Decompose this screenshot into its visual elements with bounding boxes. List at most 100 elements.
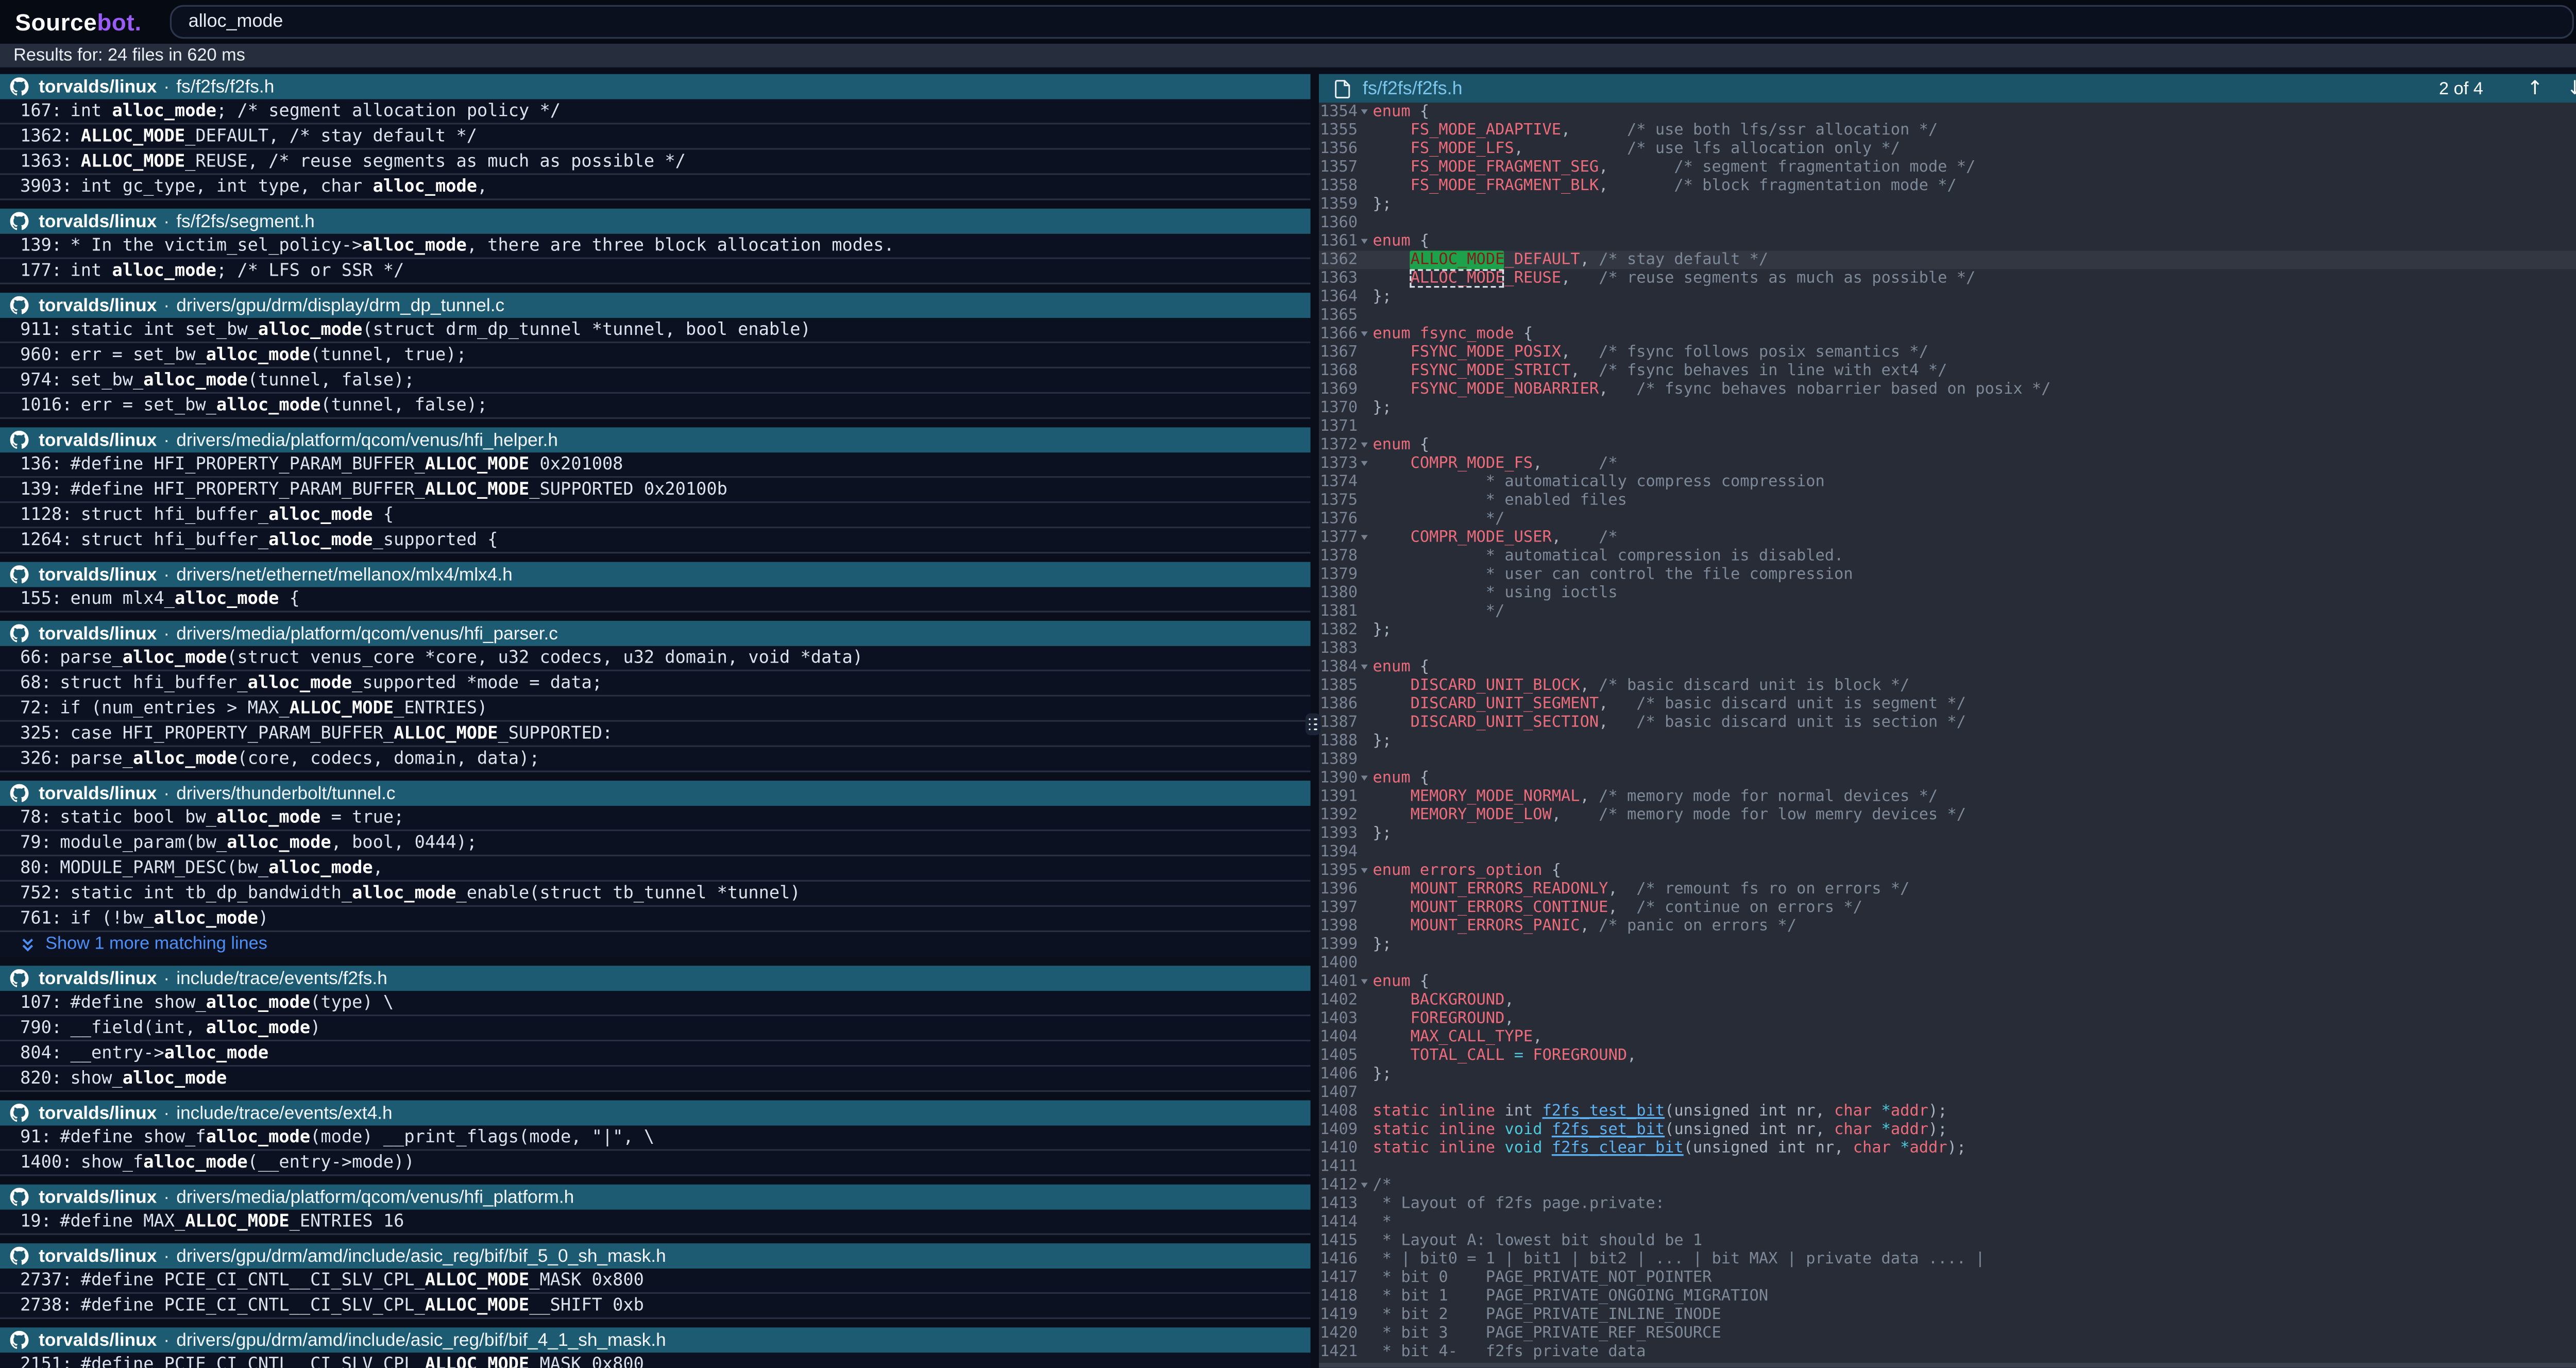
line-number[interactable]: 1366 <box>1319 325 1358 343</box>
line-number[interactable]: 1392 <box>1319 806 1358 824</box>
line-number[interactable]: 1387 <box>1319 713 1358 732</box>
line-number[interactable]: 1361 <box>1319 232 1358 251</box>
line-number[interactable]: 1418 <box>1319 1287 1358 1306</box>
code-line[interactable]: 1416 * | bit0 = 1 | bit1 | bit2 | ... | … <box>1319 1250 2576 1269</box>
code-line[interactable]: 1358 FS_MODE_FRAGMENT_BLK, /* block frag… <box>1319 177 2576 195</box>
line-number[interactable]: 1372 <box>1319 436 1358 454</box>
fold-toggle-icon[interactable] <box>1358 436 1372 454</box>
line-number[interactable]: 1370 <box>1319 399 1358 417</box>
match-line[interactable]: 155:enum mlx4_alloc_mode { <box>0 587 1311 613</box>
line-number[interactable]: 1403 <box>1319 1009 1358 1028</box>
code-line[interactable]: 1389 <box>1319 750 2576 769</box>
code-line[interactable]: 1366enum fsync_mode { <box>1319 325 2576 343</box>
code-line[interactable]: 1383 <box>1319 639 2576 658</box>
match-line[interactable]: 820:show_alloc_mode <box>0 1067 1311 1092</box>
code-line[interactable]: 1355 FS_MODE_ADAPTIVE, /* use both lfs/s… <box>1319 121 2576 140</box>
code-line[interactable]: 1417 * bit 0 PAGE_PRIVATE_NOT_POINTER <box>1319 1269 2576 1287</box>
code-line[interactable]: 1354enum { <box>1319 103 2576 121</box>
line-number[interactable]: 1406 <box>1319 1065 1358 1084</box>
fold-toggle-icon[interactable] <box>1358 972 1372 991</box>
code-line[interactable]: 1372enum { <box>1319 436 2576 454</box>
code-line[interactable]: 1380 * using ioctls <box>1319 584 2576 602</box>
match-line[interactable]: 107:#define show_alloc_mode(type) \ <box>0 991 1311 1016</box>
code-line[interactable]: 1409static inline void f2fs_set_bit(unsi… <box>1319 1121 2576 1139</box>
fold-toggle-icon[interactable] <box>1358 454 1372 473</box>
match-line[interactable]: 2737:#define PCIE_CI_CNTL__CI_SLV_CPL_AL… <box>0 1269 1311 1294</box>
match-line[interactable]: 752:static int tb_dp_bandwidth_alloc_mod… <box>0 882 1311 907</box>
code-line[interactable]: 1390enum { <box>1319 769 2576 787</box>
match-line[interactable]: 66:parse_alloc_mode(struct venus_core *c… <box>0 646 1311 671</box>
code-line[interactable]: 1360 <box>1319 214 2576 232</box>
match-line[interactable]: 136:#define HFI_PROPERTY_PARAM_BUFFER_AL… <box>0 452 1311 478</box>
code-line[interactable]: 1401enum { <box>1319 972 2576 991</box>
group-header[interactable]: torvalds/linux·fs/f2fs/f2fs.h <box>0 74 1311 99</box>
line-number[interactable]: 1402 <box>1319 991 1358 1009</box>
line-number[interactable]: 1396 <box>1319 880 1358 899</box>
group-header[interactable]: torvalds/linux·drivers/net/ethernet/mell… <box>0 562 1311 587</box>
match-line[interactable]: 91:#define show_falloc_mode(mode) __prin… <box>0 1125 1311 1151</box>
code-line[interactable]: 1361enum { <box>1319 232 2576 251</box>
group-header[interactable]: torvalds/linux·drivers/thunderbolt/tunne… <box>0 781 1311 806</box>
match-line[interactable]: 960:err = set_bw_alloc_mode(tunnel, true… <box>0 343 1311 368</box>
line-number[interactable]: 1421 <box>1319 1343 1358 1361</box>
group-header[interactable]: torvalds/linux·include/trace/events/f2fs… <box>0 966 1311 991</box>
code-line[interactable]: 1393}; <box>1319 824 2576 843</box>
fold-toggle-icon[interactable] <box>1358 658 1372 677</box>
match-line[interactable]: 325:case HFI_PROPERTY_PARAM_BUFFER_ALLOC… <box>0 722 1311 747</box>
line-number[interactable]: 1376 <box>1319 510 1358 528</box>
match-line[interactable]: 3903:int gc_type, int type, char alloc_m… <box>0 175 1311 200</box>
code-line[interactable]: 1364}; <box>1319 288 2576 306</box>
line-number[interactable]: 1381 <box>1319 602 1358 621</box>
line-number[interactable]: 1411 <box>1319 1158 1358 1176</box>
line-number[interactable]: 1404 <box>1319 1028 1358 1046</box>
line-number[interactable]: 1354 <box>1319 103 1358 121</box>
line-number[interactable]: 1398 <box>1319 917 1358 936</box>
code-line[interactable]: 1365 <box>1319 306 2576 325</box>
code-line[interactable]: 1408static inline int f2fs_test_bit(unsi… <box>1319 1102 2576 1121</box>
line-number[interactable]: 1384 <box>1319 658 1358 677</box>
code-line[interactable]: 1384enum { <box>1319 658 2576 677</box>
line-number[interactable]: 1371 <box>1319 417 1358 436</box>
code-line[interactable]: 1419 * bit 2 PAGE_PRIVATE_INLINE_INODE <box>1319 1306 2576 1324</box>
code-line[interactable]: 1410static inline void f2fs_clear_bit(un… <box>1319 1139 2576 1158</box>
code-line[interactable]: 1377 COMPR_MODE_USER, /* <box>1319 528 2576 547</box>
line-number[interactable]: 1417 <box>1319 1269 1358 1287</box>
code-line[interactable]: 1412/* <box>1319 1176 2576 1194</box>
code-line[interactable]: 1405 TOTAL_CALL = FOREGROUND, <box>1319 1046 2576 1065</box>
show-more-link[interactable]: Show 1 more matching lines <box>0 932 1311 957</box>
line-number[interactable]: 1378 <box>1319 547 1358 565</box>
code-line[interactable]: 1404 MAX_CALL_TYPE, <box>1319 1028 2576 1046</box>
line-number[interactable]: 1382 <box>1319 621 1358 639</box>
line-number[interactable]: 1410 <box>1319 1139 1358 1158</box>
line-number[interactable]: 1412 <box>1319 1176 1358 1194</box>
code-line[interactable]: 1382}; <box>1319 621 2576 639</box>
code-line[interactable]: 1387 DISCARD_UNIT_SECTION, /* basic disc… <box>1319 713 2576 732</box>
code-line[interactable]: 1368 FSYNC_MODE_STRICT, /* fsync behaves… <box>1319 362 2576 380</box>
line-number[interactable]: 1419 <box>1319 1306 1358 1324</box>
match-line[interactable]: 1363:ALLOC_MODE_REUSE, /* reuse segments… <box>0 150 1311 175</box>
line-number[interactable]: 1385 <box>1319 677 1358 695</box>
line-number[interactable]: 1413 <box>1319 1194 1358 1213</box>
line-number[interactable]: 1408 <box>1319 1102 1358 1121</box>
code-line[interactable]: 1397 MOUNT_ERRORS_CONTINUE, /* continue … <box>1319 899 2576 917</box>
next-match-button[interactable]: ↓ <box>2567 74 2576 103</box>
match-line[interactable]: 761:if (!bw_alloc_mode) <box>0 907 1311 932</box>
match-line[interactable]: 790:__field(int, alloc_mode) <box>0 1016 1311 1041</box>
line-number[interactable]: 1397 <box>1319 899 1358 917</box>
code-line[interactable]: 1378 * automatical compression is disabl… <box>1319 547 2576 565</box>
code-line[interactable]: 1411 <box>1319 1158 2576 1176</box>
match-line[interactable]: 2738:#define PCIE_CI_CNTL__CI_SLV_CPL_AL… <box>0 1294 1311 1319</box>
code-line[interactable]: 1403 FOREGROUND, <box>1319 1009 2576 1028</box>
code-line[interactable]: 1415 * Layout A: lowest bit should be 1 <box>1319 1231 2576 1250</box>
fold-toggle-icon[interactable] <box>1358 769 1372 787</box>
code-line[interactable]: 1369 FSYNC_MODE_NOBARRIER, /* fsync beha… <box>1319 380 2576 399</box>
code-line[interactable]: 1381 */ <box>1319 602 2576 621</box>
fold-toggle-icon[interactable] <box>1358 103 1372 121</box>
fold-toggle-icon[interactable] <box>1358 232 1372 251</box>
line-number[interactable]: 1373 <box>1319 454 1358 473</box>
line-number[interactable]: 1399 <box>1319 936 1358 954</box>
code-line[interactable]: 1391 MEMORY_MODE_NORMAL, /* memory mode … <box>1319 787 2576 806</box>
line-number[interactable]: 1367 <box>1319 343 1358 362</box>
line-number[interactable]: 1414 <box>1319 1213 1358 1231</box>
match-line[interactable]: 167:int alloc_mode; /* segment allocatio… <box>0 99 1311 125</box>
